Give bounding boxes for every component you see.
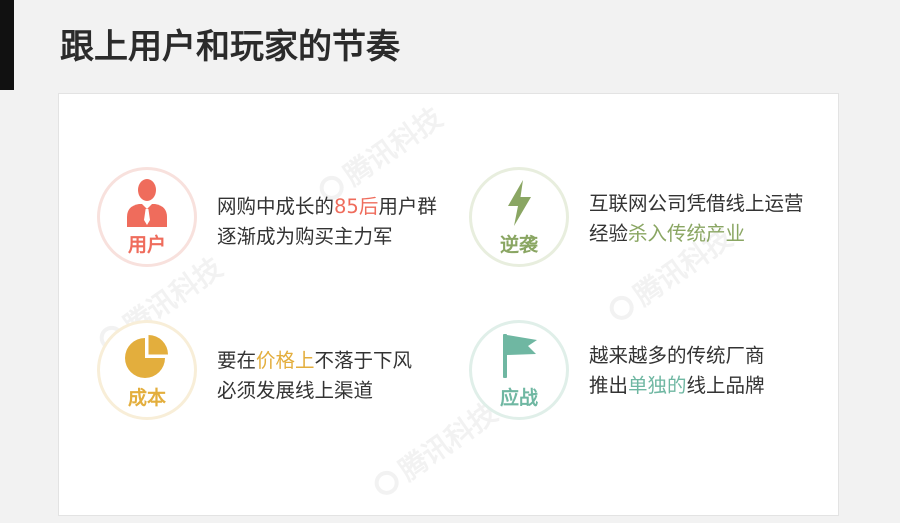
feature-badge-label: 成本 (127, 387, 166, 409)
description-text: 不落于下风 (314, 349, 413, 372)
description-text: 必须发展线上渠道 (217, 379, 374, 402)
left-accent-bar (0, 0, 14, 90)
description-text: 推出 (589, 374, 629, 397)
watermark-logo-icon (369, 466, 404, 500)
highlight-text: 价格上 (256, 349, 315, 372)
description-text: 线上品牌 (686, 374, 765, 397)
feature-item-cost: 成本 要在价格上不落于下风 必须发展线上渠道 (97, 320, 457, 420)
feature-badge-label: 逆袭 (499, 234, 538, 256)
feature-badge-label: 用户 (127, 234, 166, 256)
description-line: 互联网公司凭借线上运营 (589, 189, 804, 219)
description-line: 逐渐成为购买主力军 (217, 222, 437, 252)
feature-badge: 应战 (469, 320, 569, 420)
description-text: 越来越多的传统厂商 (589, 344, 765, 367)
content-card: 腾讯科技 腾讯科技 腾讯科技 腾讯科技 用户 网购中成长的85后用户群 逐渐成为… (58, 93, 839, 516)
description-text: 网购中成长的 (217, 195, 335, 218)
feature-description: 网购中成长的85后用户群 逐渐成为购买主力军 (217, 192, 437, 252)
description-line: 要在价格上不落于下风 (217, 346, 412, 376)
description-line: 网购中成长的85后用户群 (217, 192, 437, 222)
feature-badge: 成本 (97, 320, 197, 420)
description-line: 越来越多的传统厂商 (589, 341, 765, 371)
feature-item-response: 应战 越来越多的传统厂商 推出单独的线上品牌 (469, 320, 829, 420)
description-line: 推出单独的线上品牌 (589, 371, 765, 401)
description-text: 经验 (589, 222, 629, 245)
highlight-text: 杀入传统产业 (628, 222, 746, 245)
slide-title: 跟上用户和玩家的节奏 (60, 27, 400, 67)
description-text: 互联网公司凭借线上运营 (589, 192, 804, 215)
flag-icon (472, 332, 566, 380)
feature-item-users: 用户 网购中成长的85后用户群 逐渐成为购买主力军 (97, 167, 457, 267)
description-text: 逐渐成为购买主力军 (217, 225, 393, 248)
lightning-icon (472, 179, 566, 227)
feature-badge: 逆袭 (469, 167, 569, 267)
feature-badge-label: 应战 (499, 387, 538, 409)
description-text: 用户群 (378, 195, 437, 218)
description-line: 经验杀入传统产业 (589, 219, 804, 249)
pie-chart-icon (100, 332, 194, 380)
feature-item-counterattack: 逆袭 互联网公司凭借线上运营 经验杀入传统产业 (469, 167, 829, 267)
feature-description: 互联网公司凭借线上运营 经验杀入传统产业 (589, 189, 804, 249)
highlight-text: 单独的 (628, 374, 687, 397)
description-line: 必须发展线上渠道 (217, 376, 412, 406)
feature-description: 越来越多的传统厂商 推出单独的线上品牌 (589, 341, 765, 401)
feature-description: 要在价格上不落于下风 必须发展线上渠道 (217, 346, 412, 406)
description-text: 要在 (217, 349, 257, 372)
feature-badge: 用户 (97, 167, 197, 267)
highlight-text: 85后 (334, 195, 379, 218)
person-icon (100, 179, 194, 227)
